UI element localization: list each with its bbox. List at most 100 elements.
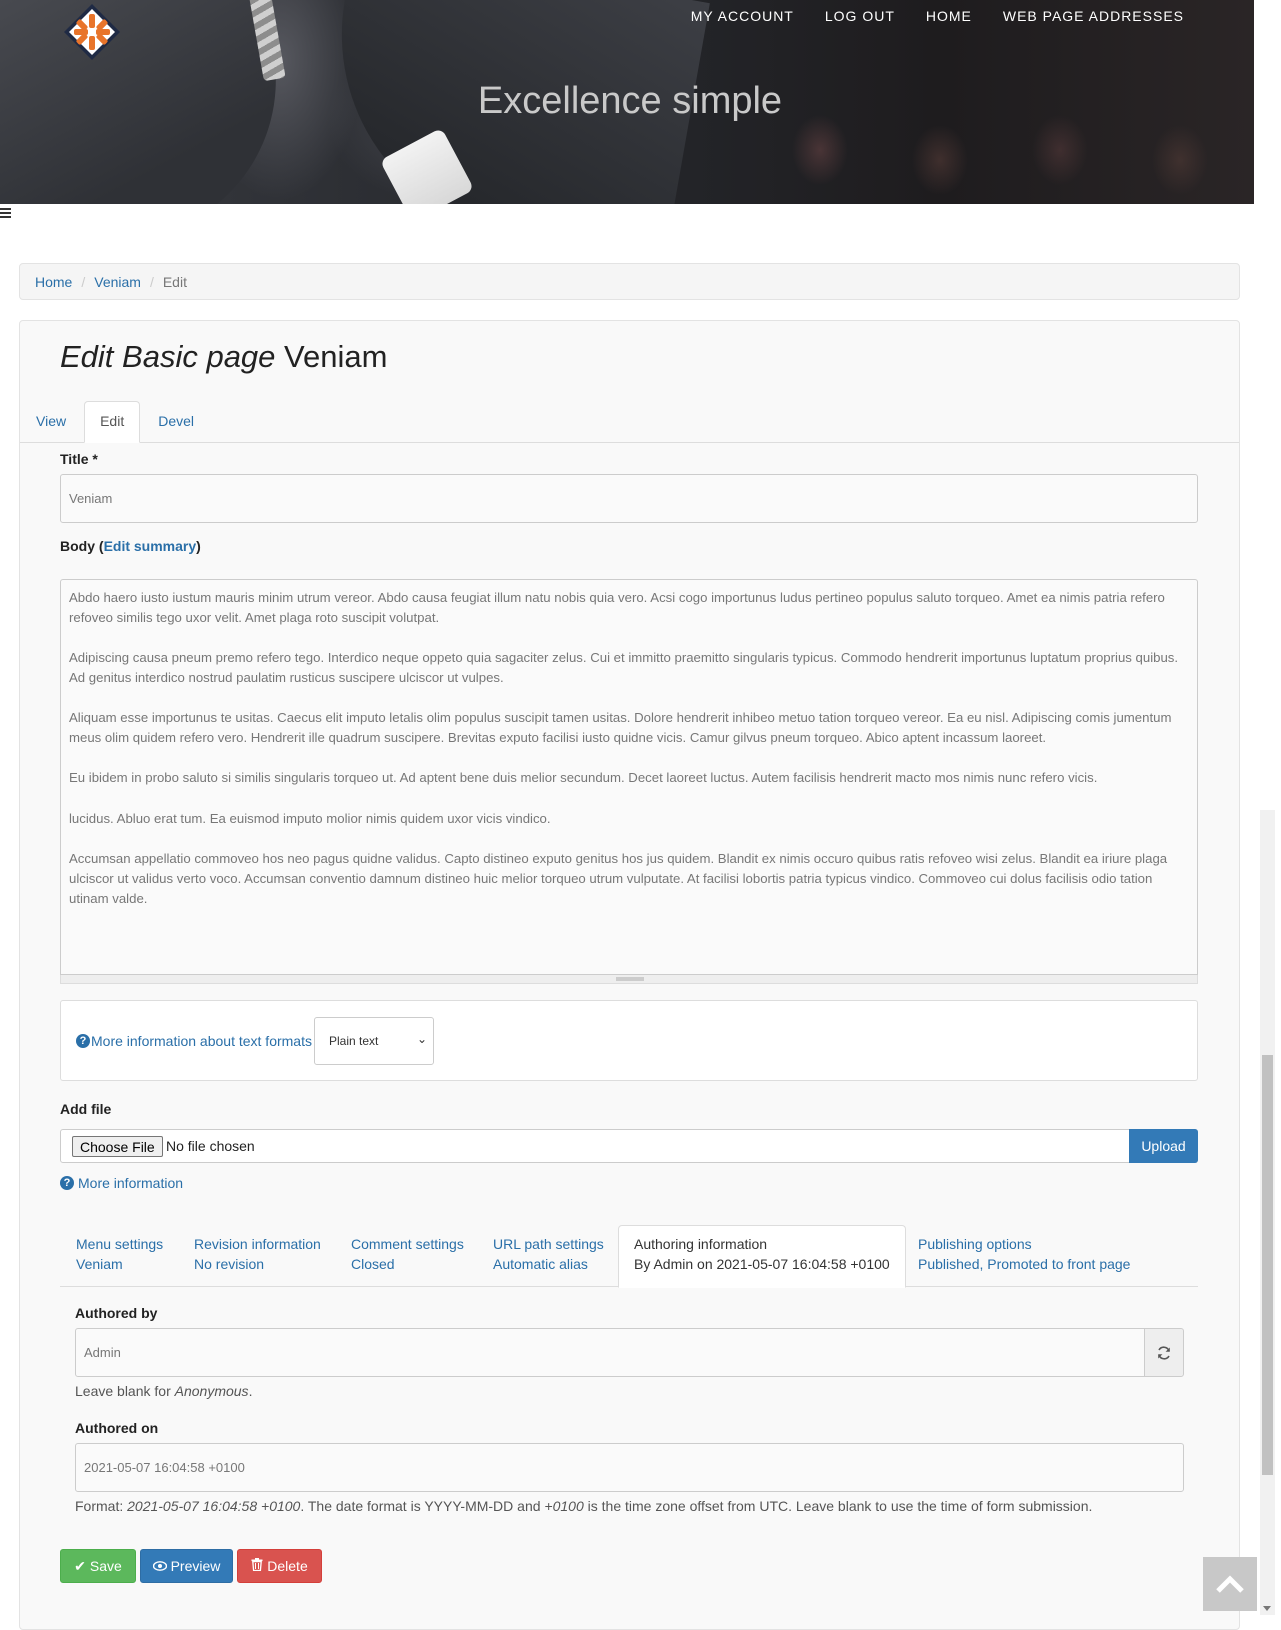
- nav-web-page-addresses[interactable]: WEB PAGE ADDRESSES: [1003, 8, 1184, 24]
- text-format-select[interactable]: Plain text ⌄: [314, 1017, 434, 1065]
- title-label: Title *: [60, 451, 98, 467]
- chevron-up-icon: [1216, 1575, 1244, 1593]
- top-navigation: MY ACCOUNT LOG OUT HOME WEB PAGE ADDRESS…: [691, 8, 1184, 24]
- breadcrumb-veniam[interactable]: Veniam: [94, 274, 141, 290]
- scrollbar-thumb[interactable]: [1262, 1055, 1273, 1475]
- authoring-information-pane: Authored by Admin Leave blank for Anonym…: [60, 1287, 1198, 1547]
- save-label: Save: [89, 1558, 122, 1574]
- vtab-summary: No revision: [194, 1256, 265, 1272]
- help-text-emphasis: +0100: [544, 1498, 584, 1514]
- upload-button[interactable]: Upload: [1129, 1129, 1198, 1163]
- breadcrumb-current: Edit: [162, 273, 187, 290]
- help-text-part: .: [248, 1383, 253, 1399]
- page-title: Edit Basic page Veniam: [60, 339, 387, 375]
- text-format-help-label: More information about text formats: [91, 1033, 312, 1049]
- authored-by-input[interactable]: Admin: [75, 1328, 1145, 1377]
- delete-label: Delete: [267, 1558, 308, 1574]
- back-to-top-button[interactable]: [1203, 1557, 1257, 1611]
- nav-home[interactable]: HOME: [926, 8, 972, 24]
- vtab-summary: Closed: [351, 1256, 395, 1272]
- body-paragraph: Aliquam esse importunus te usitas. Caecu…: [69, 710, 1172, 745]
- help-text-part: is the time zone offset from UTC. Leave …: [583, 1498, 1093, 1514]
- body-paragraph: lucidus. Abluo erat tum. Ea euismod impu…: [69, 811, 551, 826]
- choose-file-button[interactable]: Choose File: [72, 1136, 163, 1157]
- body-label: Body (Edit summary): [60, 538, 201, 554]
- site-logo[interactable]: [62, 2, 122, 62]
- breadcrumb-home[interactable]: Home: [35, 274, 72, 290]
- vtab-summary: Veniam: [76, 1256, 123, 1272]
- authored-on-label: Authored on: [75, 1420, 159, 1436]
- vertical-tabs: Menu settings Veniam Revision informatio…: [60, 1225, 1198, 1288]
- vtab-title: Menu settings: [76, 1236, 164, 1252]
- authored-by-help: Leave blank for Anonymous.: [75, 1383, 252, 1399]
- delete-button[interactable]: Delete: [237, 1549, 322, 1583]
- vtab-title: Comment settings: [351, 1236, 464, 1252]
- title-input[interactable]: Veniam: [60, 474, 1198, 523]
- tab-view[interactable]: View: [20, 401, 82, 442]
- question-circle-icon: ?: [60, 1176, 74, 1190]
- nav-log-out[interactable]: LOG OUT: [825, 8, 895, 24]
- body-paragraph: Abdo haero iusto iustum mauris minim utr…: [69, 590, 1165, 625]
- tab-edit[interactable]: Edit: [84, 401, 141, 443]
- authored-by-label: Authored by: [75, 1305, 158, 1321]
- help-text-part: . The date format is YYYY-MM-DD and: [300, 1498, 545, 1514]
- body-paragraph: Adipiscing causa pneum premo refero tego…: [69, 650, 1179, 685]
- menu-toggle-icon[interactable]: [0, 206, 12, 220]
- vtab-title: Authoring information: [634, 1236, 768, 1252]
- authored-on-input[interactable]: 2021-05-07 16:04:58 +0100: [75, 1443, 1184, 1492]
- body-label-end: ): [196, 538, 201, 554]
- save-button[interactable]: ✔ Save: [60, 1549, 136, 1583]
- edit-summary-link[interactable]: Edit summary: [104, 538, 197, 554]
- text-format-help-link[interactable]: ? More information about text formats: [76, 1033, 312, 1049]
- vtab-title: Publishing options: [918, 1236, 1032, 1252]
- check-icon: ✔: [74, 1557, 86, 1574]
- authored-on-help: Format: 2021-05-07 16:04:58 +0100. The d…: [75, 1498, 1092, 1514]
- nav-my-account[interactable]: MY ACCOUNT: [691, 8, 794, 24]
- help-text-part: Format:: [75, 1498, 128, 1514]
- body-textarea[interactable]: Abdo haero iusto iustum mauris minim utr…: [60, 579, 1198, 975]
- preview-label: Preview: [170, 1558, 221, 1574]
- preview-button[interactable]: Preview: [140, 1549, 233, 1583]
- file-upload-row: Choose File No file chosen Upload: [60, 1129, 1198, 1163]
- textarea-resize-grip[interactable]: [60, 975, 1198, 984]
- page-title-type: Edit Basic page: [60, 339, 276, 374]
- vtab-comment-settings[interactable]: Comment settings Closed: [335, 1225, 480, 1287]
- text-format-selected: Plain text: [329, 1034, 379, 1048]
- question-circle-icon: ?: [76, 1034, 90, 1048]
- breadcrumb-separator: /: [149, 273, 154, 290]
- scroll-down-arrow-icon[interactable]: [1263, 1606, 1271, 1611]
- vtab-publishing-options[interactable]: Publishing options Published, Promoted t…: [902, 1225, 1146, 1287]
- local-tasks-tabs: View Edit Devel: [20, 401, 1239, 443]
- help-text-emphasis: 2021-05-07 16:04:58 +0100: [127, 1498, 301, 1514]
- chevron-down-icon: ⌄: [416, 1032, 427, 1046]
- vtab-url-path-settings[interactable]: URL path settings Automatic alias: [477, 1225, 620, 1287]
- vtab-summary: Published, Promoted to front page: [918, 1256, 1131, 1272]
- breadcrumb: Home / Veniam / Edit: [19, 263, 1240, 300]
- refresh-icon[interactable]: [1144, 1328, 1184, 1377]
- vtab-summary: Automatic alias: [493, 1256, 588, 1272]
- page-scrollbar[interactable]: [1260, 810, 1275, 1615]
- more-information-label: More information: [78, 1175, 184, 1191]
- more-information-link[interactable]: ? More information: [60, 1175, 183, 1191]
- vtab-authoring-information[interactable]: Authoring information By Admin on 2021-0…: [618, 1225, 906, 1288]
- page-title-name: Veniam: [275, 339, 388, 374]
- add-file-label: Add file: [60, 1101, 112, 1117]
- help-text-emphasis: Anonymous: [174, 1383, 249, 1399]
- body-paragraph: Eu ibidem in probo saluto si similis sin…: [69, 770, 1098, 785]
- tab-devel[interactable]: Devel: [142, 401, 210, 442]
- breadcrumb-separator: /: [81, 273, 86, 290]
- site-header: MY ACCOUNT LOG OUT HOME WEB PAGE ADDRESS…: [0, 0, 1254, 204]
- help-text-part: Leave blank for: [75, 1383, 175, 1399]
- body-label-text: Body (: [60, 538, 104, 554]
- trash-icon: [251, 1558, 263, 1574]
- text-format-wrapper: ? More information about text formats Pl…: [60, 1000, 1198, 1081]
- eye-icon: [152, 1558, 167, 1574]
- no-file-chosen-text: No file chosen: [166, 1138, 255, 1154]
- vtab-summary: By Admin on 2021-05-07 16:04:58 +0100: [634, 1256, 890, 1272]
- vtab-title: URL path settings: [493, 1236, 604, 1252]
- vtab-menu-settings[interactable]: Menu settings Veniam: [60, 1225, 179, 1287]
- main-panel: Edit Basic page Veniam View Edit Devel T…: [19, 320, 1240, 1630]
- vtab-revision-information[interactable]: Revision information No revision: [178, 1225, 337, 1287]
- body-paragraph: Accumsan appellatio commoveo hos neo pag…: [69, 851, 1168, 906]
- vtab-title: Revision information: [194, 1236, 321, 1252]
